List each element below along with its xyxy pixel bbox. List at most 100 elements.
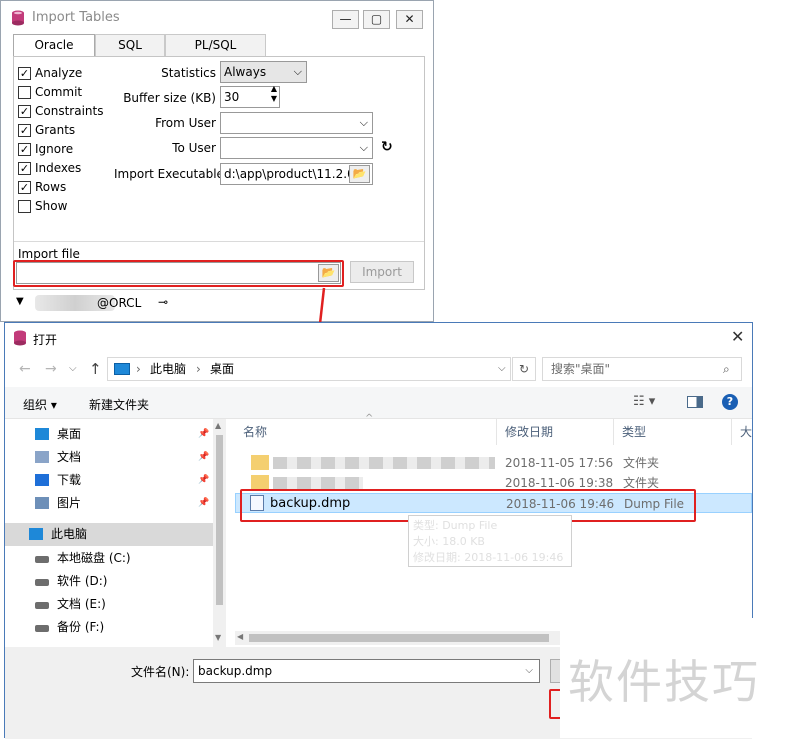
statistics-select[interactable]: Always ⌵ (220, 61, 307, 83)
back-arrow-icon[interactable]: ← (19, 361, 31, 377)
filename-label: 文件名(N): (131, 665, 190, 679)
refresh-icon[interactable]: ↻ (381, 139, 393, 155)
address-dropdown-icon[interactable]: ⌵ (498, 358, 506, 380)
close-icon[interactable]: ✕ (731, 327, 744, 346)
tab-plsql-developer[interactable]: PL/SQL Developer (165, 34, 266, 72)
preview-pane-icon[interactable] (687, 396, 703, 408)
breadcrumb-separator: › (136, 362, 141, 376)
nav-item[interactable]: 图片 📌 (5, 492, 213, 515)
maximize-button[interactable]: ▢ (363, 10, 390, 29)
scroll-down-icon[interactable]: ▼ (215, 633, 221, 642)
up-arrow-icon[interactable]: ↑ (89, 360, 102, 378)
import-executable-value: d:\app\product\11.2.0\c (224, 167, 366, 181)
minimize-button[interactable]: — (332, 10, 359, 29)
pin-icon[interactable]: 📌 (198, 423, 209, 446)
column-header-size[interactable]: 大小 (732, 419, 752, 445)
dropdown-arrow-icon[interactable]: ▼ (16, 296, 24, 307)
browse-import-file-button[interactable]: 📂 (318, 264, 339, 282)
watermark: 软件技巧 (560, 618, 800, 738)
close-button[interactable]: ✕ (396, 10, 423, 29)
search-input[interactable]: 搜索"桌面" ⌕ (542, 357, 742, 381)
option-label: Commit (35, 85, 83, 99)
tooltip-modified: 修改日期: 2018-11-06 19:46 (413, 551, 564, 564)
column-header-date[interactable]: 修改日期 (497, 419, 614, 445)
nav-item[interactable]: 下载 📌 (5, 469, 213, 492)
nav-scrollbar[interactable]: ▲ ▼ (213, 419, 226, 647)
from-user-select[interactable]: ⌵ (220, 112, 373, 134)
pin-icon[interactable]: 📌 (198, 446, 209, 469)
address-bar[interactable]: › 此电脑 › 桌面 ⌵ (107, 357, 511, 381)
buffer-size-label: Buffer size (KB) (123, 91, 216, 105)
tab-oracle-import[interactable]: Oracle Import (13, 34, 95, 72)
nav-item[interactable]: 本地磁盘 (C:) (5, 547, 213, 570)
option-label: Grants (35, 123, 76, 137)
breadcrumb-this-pc[interactable]: 此电脑 (150, 358, 186, 380)
checkmark-icon[interactable]: ✓ (18, 67, 31, 80)
window-title: Import Tables (32, 10, 120, 25)
breadcrumb-separator: › (196, 362, 201, 376)
filename-value: backup.dmp (198, 664, 273, 678)
recent-chevron-icon[interactable]: ⌵ (69, 363, 77, 374)
file-list-hscrollbar[interactable]: ◀ (235, 631, 563, 645)
download-icon (35, 474, 49, 486)
checkmark-icon[interactable]: ✓ (18, 181, 31, 194)
dialog-titlebar[interactable]: 打开 ✕ (5, 323, 752, 353)
column-header-name[interactable]: 名称 (235, 419, 497, 445)
divider (14, 241, 424, 242)
nav-item-label: 文档 (E:) (57, 597, 106, 611)
to-user-select[interactable]: ⌵ (220, 137, 373, 159)
nav-item-label: 此电脑 (51, 527, 88, 541)
nav-item[interactable]: 备份 (F:) (5, 616, 213, 639)
computer-icon (29, 528, 43, 540)
tooltip-size: 大小: 18.0 KB (413, 535, 485, 548)
import-file-input[interactable] (16, 262, 341, 284)
pin-icon[interactable]: ⊸ (158, 295, 168, 309)
help-icon[interactable]: ? (722, 394, 738, 410)
nav-item[interactable]: 文档 📌 (5, 446, 213, 469)
scroll-thumb[interactable] (249, 634, 549, 642)
spinner-arrows-icon[interactable]: ▲ ▼ (271, 84, 277, 104)
statistics-label: Statistics (161, 66, 216, 80)
nav-item-label: 桌面 (57, 427, 82, 441)
checkmark-icon[interactable]: ✓ (18, 162, 31, 175)
nav-item-label: 文档 (57, 450, 82, 464)
breadcrumb-desktop[interactable]: 桌面 (210, 358, 234, 380)
refresh-button[interactable]: ↻ (512, 357, 536, 381)
import-file-label: Import file (18, 247, 80, 261)
import-button[interactable]: Import (350, 261, 414, 283)
option-label: Ignore (35, 142, 74, 156)
view-options-icon[interactable]: ☷ ▾ (633, 394, 655, 409)
checkmark-icon[interactable]: ✓ (18, 105, 31, 118)
organize-button[interactable]: 组织 ▾ (23, 396, 57, 413)
browse-executable-button[interactable]: 📂 (349, 165, 370, 183)
chevron-down-icon[interactable]: ⌵ (525, 660, 533, 682)
nav-item[interactable]: 此电脑 (5, 523, 213, 546)
file-date: 2018-11-05 17:56 (505, 456, 614, 470)
checkmark-icon[interactable]: ✓ (18, 143, 31, 156)
chevron-down-icon: ⌵ (293, 65, 302, 78)
scroll-thumb[interactable] (216, 435, 223, 605)
option-label: Indexes (35, 161, 82, 175)
file-tooltip: 类型: Dump File 大小: 18.0 KB 修改日期: 2018-11-… (408, 515, 572, 567)
new-folder-button[interactable]: 新建文件夹 (89, 396, 149, 413)
nav-item[interactable]: 文档 (E:) (5, 593, 213, 616)
nav-item[interactable]: 桌面 📌 (5, 423, 213, 446)
computer-icon (114, 363, 130, 375)
scroll-left-icon[interactable]: ◀ (237, 632, 243, 641)
pin-icon[interactable]: 📌 (198, 469, 209, 492)
buffer-size-spinner[interactable]: 30 ▲ ▼ (220, 84, 280, 108)
file-row[interactable]: 2018-11-05 17:56 文件夹 (235, 453, 752, 473)
checkmark-icon[interactable]: ✓ (18, 124, 31, 137)
column-header-type[interactable]: 类型 (614, 419, 732, 445)
forward-arrow-icon[interactable]: → (45, 361, 57, 377)
tab-sql-inserts[interactable]: SQL Inserts (95, 34, 165, 72)
pin-icon[interactable]: 📌 (198, 492, 209, 515)
search-placeholder: 搜索"桌面" (551, 362, 611, 376)
empty-checkbox-icon[interactable] (18, 200, 31, 213)
import-titlebar[interactable]: Import Tables — ▢ ✕ (1, 1, 433, 33)
nav-item[interactable]: 软件 (D:) (5, 570, 213, 593)
nav-item-label: 下载 (57, 473, 82, 487)
empty-checkbox-icon[interactable] (18, 86, 31, 99)
filename-input[interactable]: backup.dmp ⌵ (193, 659, 540, 683)
scroll-up-icon[interactable]: ▲ (215, 421, 221, 430)
